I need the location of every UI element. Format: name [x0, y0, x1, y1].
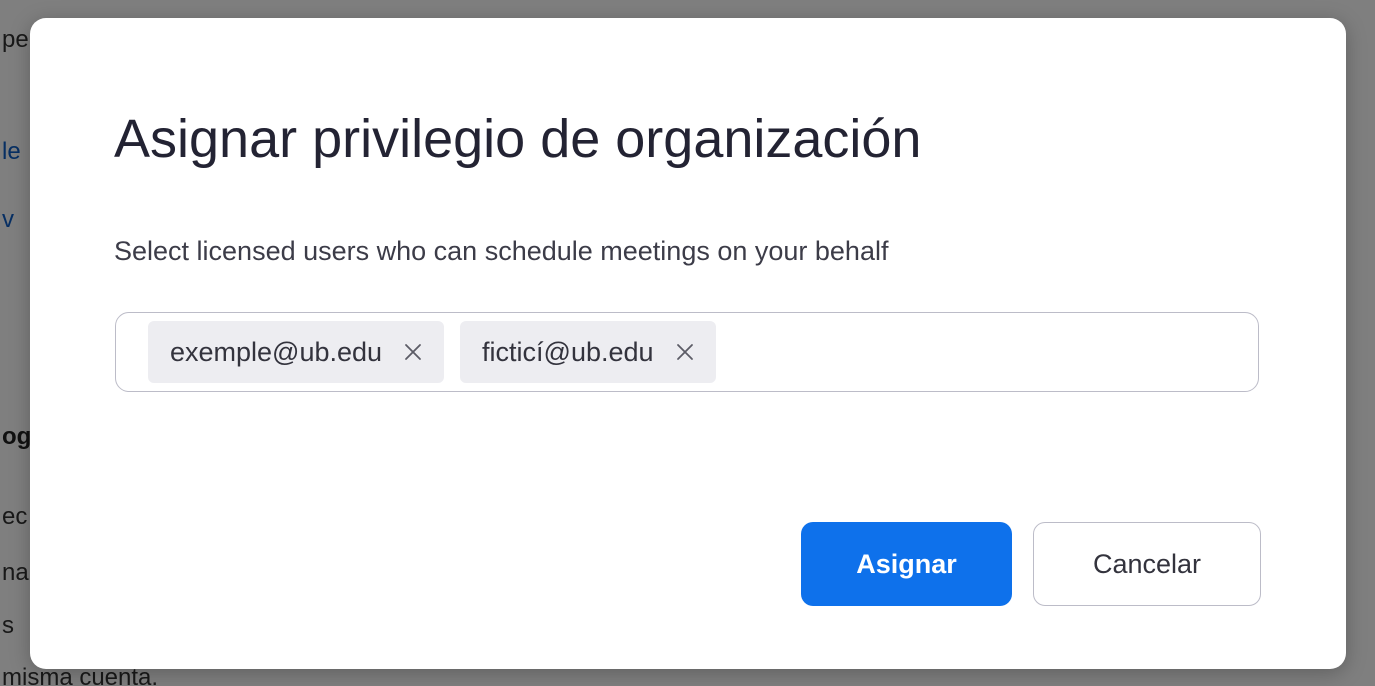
cancel-button[interactable]: Cancelar	[1033, 522, 1261, 606]
user-search-input[interactable]	[731, 321, 1258, 383]
page: pe le v og ec na s misma cuenta. Asignar…	[0, 0, 1375, 686]
user-tag-label: ficticí@ub.edu	[482, 336, 654, 367]
close-icon[interactable]	[672, 339, 698, 365]
users-tag-input[interactable]: exemple@ub.edu ficticí@ub.edu	[115, 312, 1259, 392]
user-tag: ficticí@ub.edu	[460, 321, 716, 383]
assign-button[interactable]: Asignar	[801, 522, 1012, 606]
user-tag-label: exemple@ub.edu	[170, 336, 383, 367]
dialog-title: Asignar privilegio de organización	[114, 109, 922, 169]
user-tag: exemple@ub.edu	[148, 321, 445, 383]
dialog-description: Select licensed users who can schedule m…	[114, 236, 889, 266]
close-icon[interactable]	[400, 339, 426, 365]
assign-privilege-dialog: Asignar privilegio de organización Selec…	[30, 18, 1346, 669]
